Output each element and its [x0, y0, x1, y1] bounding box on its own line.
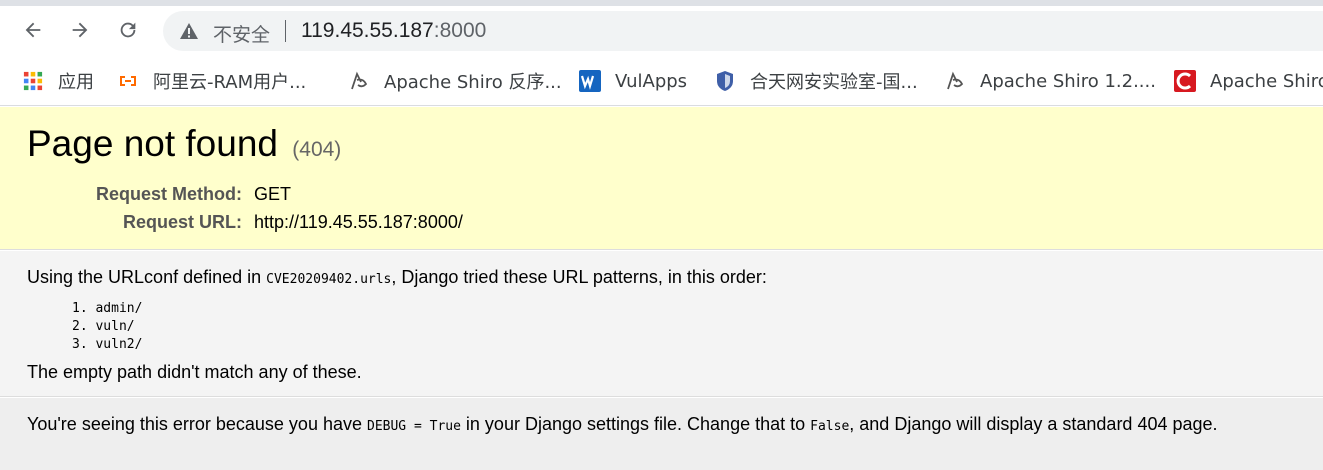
bookmark-label: Apache Shiro	[1210, 70, 1323, 92]
bookmark-aliyun[interactable]: 阿里云-RAM用户...	[117, 68, 306, 94]
back-arrow-icon	[25, 22, 41, 38]
request-method-row: Request Method: GET	[0, 184, 1323, 208]
url-pattern: 1. admin/	[72, 301, 143, 316]
bookmark-shiro-2[interactable]: Apache Shiro 1.2....	[944, 68, 1156, 94]
intro-text: Using the URLconf defined in	[27, 267, 267, 287]
debug-explanation: You're seeing this error because you hav…	[0, 398, 1323, 470]
bookmark-label: 应用	[58, 72, 94, 93]
bookmark-hetian[interactable]: 合天网安实验室-国...	[714, 68, 918, 94]
bookmark-label: 合天网安实验室-国...	[750, 72, 918, 93]
urlconf-info: Using the URLconf defined in CVE20209402…	[0, 251, 1323, 397]
bookmark-apps[interactable]: 应用	[22, 68, 94, 94]
debug-setting: DEBUG = True	[367, 419, 461, 434]
reload-icon	[120, 22, 136, 38]
request-url-row: Request URL: http://119.45.55.187:8000/	[0, 212, 1323, 236]
request-url-value: http://119.45.55.187:8000/	[254, 212, 463, 232]
bookmarks-bar: 应用 阿里云-RAM用户... Apache Shiro 反序... VulAp…	[0, 58, 1323, 106]
forward-button[interactable]	[64, 14, 96, 46]
status-code: (404)	[292, 138, 342, 161]
warning-icon[interactable]	[179, 22, 199, 40]
security-status[interactable]: 不安全	[213, 20, 270, 47]
url-port: :8000	[433, 19, 487, 42]
bookmark-shiro-3[interactable]: Apache Shiro	[1174, 68, 1323, 94]
bookmark-label: Apache Shiro 1.2....	[980, 70, 1156, 92]
aliyun-icon	[117, 70, 139, 92]
explain-pre: You're seeing this error because you hav…	[27, 414, 367, 434]
vulapps-w-icon	[579, 70, 601, 92]
bookmark-label: VulApps	[615, 70, 688, 92]
url-text[interactable]: 119.45.55.187:8000	[301, 19, 486, 43]
false-value: False	[810, 419, 850, 434]
url-host: 119.45.55.187	[301, 19, 434, 42]
reload-button[interactable]	[112, 14, 144, 46]
forward-arrow-icon	[72, 22, 88, 38]
error-summary: Page not found (404) Request Method: GET…	[0, 107, 1323, 250]
bookmark-vulapps[interactable]: VulApps	[579, 68, 687, 94]
no-match-message: The empty path didn't match any of these…	[27, 362, 362, 382]
urlconf-module: CVE20209402.urls	[266, 272, 392, 287]
url-pattern: 2. vuln/	[72, 319, 135, 334]
explain-post: , and Django will display a standard 404…	[849, 414, 1218, 434]
address-divider	[285, 20, 286, 42]
request-method-label: Request Method:	[96, 184, 242, 204]
urlconf-intro: Using the URLconf defined in CVE20209402…	[27, 267, 767, 288]
address-bar[interactable]: 不安全 119.45.55.187:8000	[163, 11, 1323, 51]
back-button[interactable]	[17, 14, 49, 46]
intro-text-end: , Django tried these URL patterns, in th…	[391, 267, 767, 287]
page-title: Page not found (404)	[27, 123, 341, 165]
title-text: Page not found	[27, 123, 278, 164]
url-pattern: 3. vuln2/	[72, 337, 143, 352]
apps-grid-icon	[22, 70, 44, 92]
url-pattern-list: 1. admin/ 2. vuln/ 3. vuln2/	[72, 300, 142, 354]
bookmark-label: Apache Shiro 反序...	[384, 72, 562, 93]
hetian-shield-icon	[714, 70, 736, 92]
bookmark-label: 阿里云-RAM用户...	[153, 72, 307, 93]
explain-mid: in your Django settings file. Change tha…	[460, 414, 811, 434]
shiro-icon	[944, 70, 966, 92]
request-url-label: Request URL:	[122, 212, 242, 232]
request-method-value: GET	[254, 184, 292, 204]
browser-toolbar: 不安全 119.45.55.187:8000	[0, 6, 1323, 58]
shiro-icon	[348, 70, 370, 92]
explanation-text: You're seeing this error because you hav…	[27, 414, 1218, 435]
c-red-icon	[1174, 70, 1196, 92]
bookmark-shiro-1[interactable]: Apache Shiro 反序...	[348, 68, 562, 94]
